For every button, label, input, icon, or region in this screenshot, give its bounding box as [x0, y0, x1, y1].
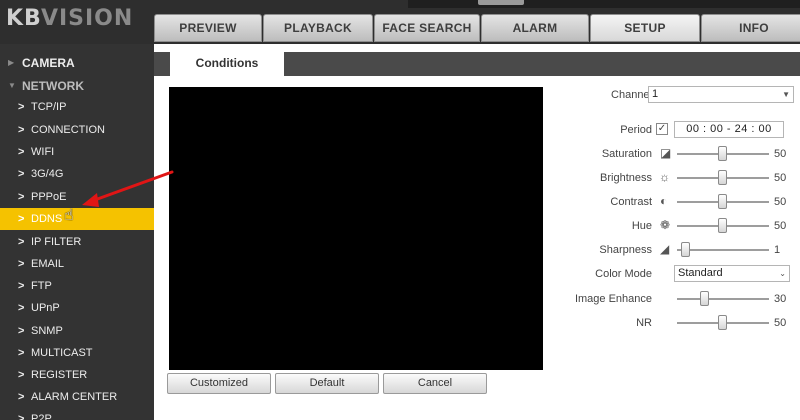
contrast-half-circle-icon: ◐	[660, 194, 668, 208]
default-button[interactable]: Default	[275, 373, 379, 394]
sidebar-item-upnp[interactable]: > UPnP	[0, 297, 154, 319]
sidebar: ▶ CAMERA ▼ NETWORK > TCP/IP > CONNECTION >…	[0, 44, 154, 420]
dropdown-arrow-icon: ▼	[782, 90, 790, 99]
brightness-sun-icon: ☼	[659, 170, 670, 184]
sidebar-item-alarm-center[interactable]: > ALARM CENTER	[0, 386, 154, 408]
sidebar-item-3g4g[interactable]: >3G/4G	[0, 163, 154, 185]
chevron-right-icon: >	[18, 280, 25, 292]
sharpness-slider-thumb[interactable]	[681, 242, 691, 257]
main-panel: Conditions Customized Default Cancel Cha…	[154, 44, 800, 420]
color-mode-label: Color Mode	[595, 268, 652, 280]
saturation-value: 50	[774, 148, 787, 160]
chevron-right-icon: >	[18, 146, 25, 158]
tab-preview[interactable]: PREVIEW	[154, 14, 262, 42]
tab-alarm[interactable]: ALARM	[481, 14, 589, 42]
sharpness-slider-track[interactable]	[677, 249, 769, 251]
sharpness-value: 1	[774, 244, 781, 256]
video-preview	[169, 87, 543, 370]
saturation-icon: ◪	[660, 146, 672, 160]
saturation-label: Saturation	[601, 148, 652, 160]
sidebar-header-network[interactable]: ▼ NETWORK	[0, 75, 154, 97]
sidebar-item-snmp[interactable]: > SNMP	[0, 320, 154, 342]
chevron-right-icon: >	[18, 168, 25, 180]
tab-playback[interactable]: PLAYBACK	[263, 14, 373, 42]
brightness-slider-thumb[interactable]	[718, 170, 727, 185]
image-enhance-value: 30	[774, 293, 787, 305]
nr-label: NR	[636, 317, 652, 329]
chevron-right-icon: >	[18, 124, 25, 136]
period-checkbox[interactable]: ✓	[656, 123, 668, 135]
sharpness-mountain-icon: ◢	[660, 242, 670, 256]
color-mode-select[interactable]: Standard ⌄	[674, 265, 790, 282]
header-bar: KBVISION PREVIEW PLAYBACK FACE SEARCH AL…	[0, 0, 800, 44]
nr-slider-thumb[interactable]	[718, 315, 727, 330]
period-label: Period	[620, 124, 652, 136]
sidebar-item-register[interactable]: > REGISTER	[0, 364, 154, 386]
contrast-label: Contrast	[610, 196, 652, 208]
sidebar-item-ip-filter[interactable]: > IP FILTER	[0, 231, 154, 253]
sidebar-item-pppoe[interactable]: > PPPoE	[0, 186, 154, 208]
channel-select[interactable]: 1 ▼	[648, 86, 794, 103]
chevron-right-icon: >	[18, 101, 25, 113]
collapsed-triangle-icon: ▶	[8, 58, 15, 67]
expanded-triangle-icon: ▼	[8, 81, 16, 90]
image-enhance-slider-track[interactable]	[677, 298, 769, 300]
image-enhance-slider-thumb[interactable]	[699, 291, 709, 306]
tab-setup[interactable]: SETUP	[590, 14, 700, 42]
tab-conditions[interactable]: Conditions	[170, 50, 284, 76]
tab-info[interactable]: INFO	[701, 14, 800, 42]
brightness-label: Brightness	[600, 172, 652, 184]
sidebar-item-tcpip[interactable]: > TCP/IP	[0, 96, 154, 118]
sidebar-item-p2p[interactable]: > P2P	[0, 408, 154, 420]
chevron-down-icon: ⌄	[779, 269, 786, 278]
customized-button[interactable]: Customized	[167, 373, 271, 394]
brightness-value: 50	[774, 172, 787, 184]
sidebar-item-connection[interactable]: > CONNECTION	[0, 119, 154, 141]
chevron-right-icon: >	[18, 325, 25, 337]
tab-face-search[interactable]: FACE SEARCH	[374, 14, 480, 42]
hue-label: Hue	[631, 220, 652, 232]
chevron-right-icon: >	[18, 258, 25, 270]
chevron-right-icon: >	[18, 191, 25, 203]
brand-logo: KBVISION	[6, 6, 134, 31]
saturation-slider-thumb[interactable]	[718, 146, 727, 161]
sharpness-label: Sharpness	[599, 244, 652, 256]
top-status-button[interactable]	[478, 0, 524, 5]
sidebar-item-email[interactable]: > EMAIL	[0, 253, 154, 275]
nr-value: 50	[774, 317, 787, 329]
hue-palette-icon: ❁	[660, 218, 671, 232]
chevron-right-icon: >	[18, 369, 25, 381]
sidebar-item-ftp[interactable]: > FTP	[0, 275, 154, 297]
hand-pointer-cursor-icon: ☝	[64, 207, 74, 224]
chevron-right-icon: >	[18, 347, 25, 359]
chevron-right-icon: >	[18, 236, 25, 248]
image-enhance-label: Image Enhance	[574, 293, 652, 305]
chevron-right-icon: >	[18, 413, 25, 420]
hue-value: 50	[774, 220, 787, 232]
chevron-right-icon: >	[18, 213, 25, 225]
sidebar-item-ddns[interactable]: > DDNS	[0, 208, 154, 230]
chevron-right-icon: >	[18, 391, 25, 403]
period-time-input[interactable]: 00 : 00 - 24 : 00	[674, 121, 784, 138]
hue-slider-thumb[interactable]	[718, 218, 727, 233]
sidebar-item-multicast[interactable]: > MULTICAST	[0, 342, 154, 364]
channel-label: Channel	[611, 89, 652, 101]
contrast-value: 50	[774, 196, 787, 208]
chevron-right-icon: >	[18, 302, 25, 314]
sidebar-header-camera[interactable]: ▶ CAMERA	[0, 52, 154, 74]
contrast-slider-thumb[interactable]	[718, 194, 727, 209]
top-status-strip	[408, 0, 800, 8]
sidebar-item-wifi[interactable]: > WIFI	[0, 141, 154, 163]
cancel-button[interactable]: Cancel	[383, 373, 487, 394]
